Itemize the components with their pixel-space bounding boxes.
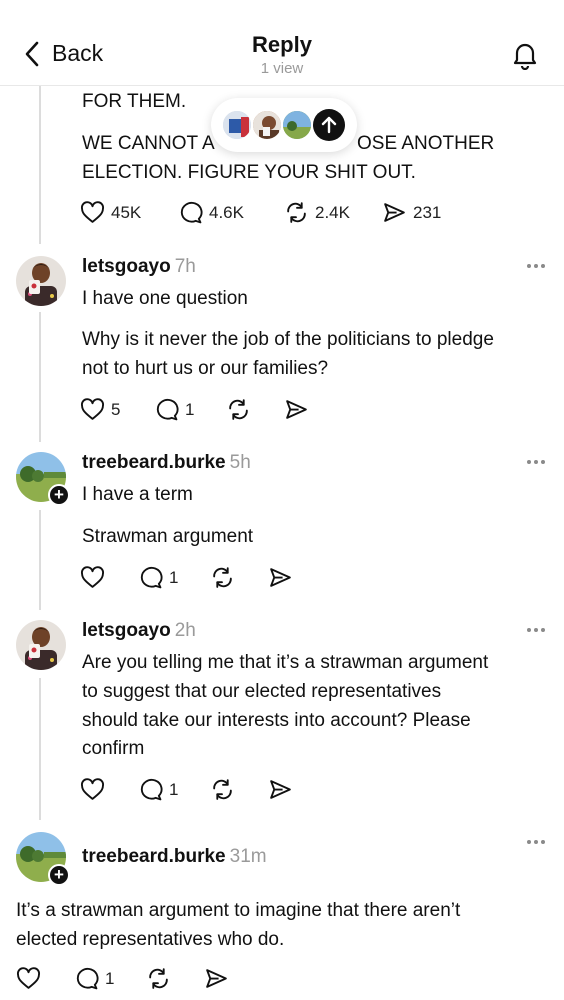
send-icon — [286, 400, 307, 419]
post-text: OSE ANOTHER — [357, 133, 495, 154]
post-text: Why is it never the job of the politicia… — [82, 329, 494, 350]
post-actions: 1 — [16, 966, 229, 991]
avatar — [281, 109, 313, 141]
repost-count: 2.4K — [315, 202, 350, 222]
reply-button[interactable]: 1 — [74, 966, 146, 991]
new-replies-pill[interactable] — [211, 98, 357, 152]
share-button[interactable]: 231 — [382, 200, 441, 225]
like-count: 5 — [111, 399, 121, 419]
repost-button[interactable] — [210, 777, 268, 802]
more-dots-icon[interactable] — [526, 459, 546, 465]
username[interactable]: letsgoayo 2h — [82, 620, 196, 642]
post-text: to suggest that our elected representati… — [82, 681, 442, 702]
thread-line — [39, 86, 41, 244]
share-button[interactable] — [268, 777, 293, 802]
timestamp: 7h — [174, 256, 196, 277]
more-dots-icon[interactable] — [526, 839, 546, 845]
username[interactable]: treebeard.burke 31m — [82, 846, 267, 868]
post-text: ELECTION. FIGURE YOUR SHIT OUT. — [82, 162, 416, 183]
timestamp: 31m — [229, 846, 267, 867]
reply-count: 1 — [169, 779, 179, 799]
send-icon — [270, 780, 291, 799]
view-count: 1 view — [260, 60, 304, 77]
heart-icon — [81, 778, 104, 800]
reply-button[interactable]: 1 — [138, 565, 210, 590]
repost-button[interactable] — [146, 966, 204, 991]
follow-plus-icon[interactable]: + — [48, 484, 70, 506]
post-text: WE CANNOT A — [82, 133, 215, 154]
repost-icon — [229, 399, 248, 420]
post-text: I have a term — [82, 484, 193, 505]
post-actions: 1 — [80, 565, 293, 590]
avatar — [221, 109, 253, 141]
heart-icon — [17, 967, 40, 989]
post-text: not to hurt us or our families? — [82, 358, 329, 379]
top-bar: Back Reply 1 view — [0, 0, 564, 86]
reply-count: 4.6K — [209, 202, 244, 222]
like-button[interactable] — [80, 777, 138, 802]
like-count: 45K — [111, 202, 142, 222]
bell-icon[interactable] — [510, 40, 540, 70]
post-text: Are you telling me that it’s a strawman … — [82, 652, 489, 673]
send-icon — [206, 969, 227, 988]
comment-icon — [140, 566, 163, 589]
post-text: Strawman argument — [82, 526, 254, 547]
share-button[interactable] — [204, 966, 229, 991]
share-button[interactable] — [268, 565, 293, 590]
share-button[interactable] — [284, 397, 309, 422]
timestamp: 2h — [174, 620, 196, 641]
timestamp: 5h — [229, 452, 251, 473]
avatar[interactable] — [16, 620, 66, 670]
repost-icon — [213, 779, 232, 800]
more-dots-icon[interactable] — [526, 263, 546, 269]
page-title: Reply — [252, 32, 312, 57]
reply-button[interactable]: 1 — [138, 777, 210, 802]
avatar — [251, 109, 283, 141]
send-icon — [384, 203, 405, 222]
post-text: confirm — [82, 738, 145, 759]
like-button[interactable] — [80, 565, 138, 590]
like-button[interactable]: 45K — [80, 200, 178, 225]
username[interactable]: treebeard.burke 5h — [82, 452, 251, 474]
more-dots-icon[interactable] — [526, 627, 546, 633]
scroll-up-button[interactable] — [313, 109, 345, 141]
send-icon — [270, 568, 291, 587]
reply-count: 1 — [169, 567, 179, 587]
heart-icon — [81, 566, 104, 588]
share-count: 231 — [413, 202, 442, 222]
username[interactable]: letsgoayo 7h — [82, 256, 196, 278]
comment-icon — [76, 967, 99, 990]
like-button[interactable] — [16, 966, 74, 991]
repost-icon — [213, 567, 232, 588]
reply-count: 1 — [185, 399, 195, 419]
post-text: elected representatives who do. — [16, 929, 285, 950]
comment-icon — [180, 201, 203, 224]
heart-icon — [81, 398, 104, 420]
thread-line — [39, 678, 41, 820]
post-text: FOR THEM. — [82, 91, 187, 112]
post-text: It’s a strawman argument to imagine that… — [16, 900, 461, 921]
repost-button[interactable]: 2.4K — [284, 200, 382, 225]
post-actions: 1 — [80, 777, 293, 802]
post-text: should take our interests into account? … — [82, 710, 471, 731]
post-text: I have one question — [82, 288, 248, 309]
comment-icon — [140, 778, 163, 801]
repost-icon — [149, 968, 168, 989]
heart-icon — [81, 201, 104, 223]
reply-button[interactable]: 1 — [154, 397, 226, 422]
post-actions: 5 1 — [80, 397, 309, 422]
comment-icon — [156, 398, 179, 421]
arrow-up-icon — [321, 116, 337, 134]
follow-plus-icon[interactable]: + — [48, 864, 70, 886]
repost-icon — [287, 202, 306, 223]
repost-button[interactable] — [226, 397, 284, 422]
thread-line — [39, 510, 41, 610]
avatar[interactable] — [16, 256, 66, 306]
reply-count: 1 — [105, 968, 115, 988]
like-button[interactable]: 5 — [80, 397, 154, 422]
post-actions: 45K 4.6K 2.4K 231 — [80, 200, 441, 225]
repost-button[interactable] — [210, 565, 268, 590]
thread-line — [39, 312, 41, 442]
reply-button[interactable]: 4.6K — [178, 200, 284, 225]
